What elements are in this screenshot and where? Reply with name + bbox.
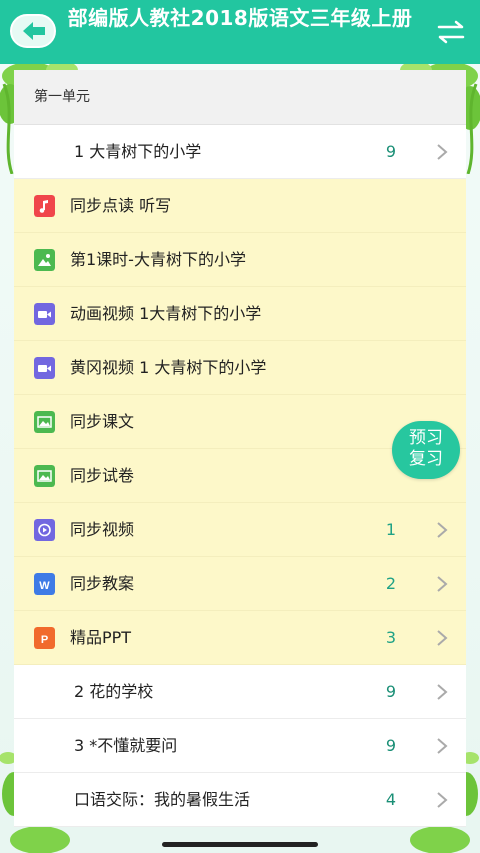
- lesson-row[interactable]: 3 *不懂就要问 9: [14, 719, 466, 773]
- resource-row[interactable]: 第1课时-大青树下的小学: [14, 233, 466, 287]
- chevron-right-icon: [437, 576, 448, 592]
- arrow-left-icon: [23, 22, 45, 40]
- video-file-icon: [34, 303, 55, 325]
- lesson-label: 口语交际：我的暑假生活: [74, 790, 251, 809]
- chevron-right-icon: [437, 144, 448, 160]
- ppt-file-icon: P: [34, 627, 55, 649]
- resource-count: 1: [385, 520, 396, 539]
- lesson-count: 9: [385, 142, 396, 161]
- resource-label: 同步视频: [70, 520, 135, 539]
- app-header: 部编版人教社2018版语文三年级上册: [0, 0, 480, 64]
- chevron-right-icon: [437, 738, 448, 754]
- resource-row[interactable]: W 同步教案 2: [14, 557, 466, 611]
- resource-label: 同步课文: [70, 412, 135, 431]
- resource-row[interactable]: 黄冈视频 1 大青树下的小学: [14, 341, 466, 395]
- resource-label: 同步试卷: [70, 466, 135, 485]
- resource-row[interactable]: 同步点读 听写: [14, 179, 466, 233]
- resource-label: 同步教案: [70, 574, 135, 593]
- float-button-line2: 复习: [409, 449, 443, 469]
- float-button-line1: 预习: [409, 428, 443, 448]
- resource-count: 3: [385, 628, 396, 647]
- lesson-row[interactable]: 1 大青树下的小学 9: [14, 125, 466, 179]
- page-title: 部编版人教社2018版语文三年级上册: [67, 6, 413, 30]
- lesson-row[interactable]: 2 花的学校 9: [14, 665, 466, 719]
- resource-row[interactable]: 同步视频 1: [14, 503, 466, 557]
- resource-label: 第1课时-大青树下的小学: [70, 250, 246, 269]
- music-file-icon: [34, 195, 55, 217]
- image-file-icon: [34, 249, 55, 271]
- switch-button[interactable]: [436, 18, 466, 46]
- resource-row[interactable]: 动画视频 1大青树下的小学: [14, 287, 466, 341]
- chevron-right-icon: [437, 684, 448, 700]
- swap-arrows-icon: [437, 20, 465, 44]
- chevron-right-icon: [437, 630, 448, 646]
- lesson-row[interactable]: 口语交际：我的暑假生活 4: [14, 773, 466, 827]
- resource-label: 精品PPT: [70, 628, 132, 647]
- svg-text:P: P: [41, 634, 48, 646]
- resource-label: 黄冈视频 1 大青树下的小学: [70, 358, 267, 377]
- image-file-icon: [34, 465, 55, 487]
- word-file-icon: W: [34, 573, 55, 595]
- chevron-right-icon: [437, 792, 448, 808]
- svg-text:W: W: [39, 580, 50, 592]
- lesson-label: 1 大青树下的小学: [74, 142, 202, 161]
- lesson-count: 9: [385, 682, 396, 701]
- lesson-label: 2 花的学校: [74, 682, 154, 701]
- resource-count: 2: [385, 574, 396, 593]
- lesson-count: 9: [385, 736, 396, 755]
- resource-label: 同步点读 听写: [70, 196, 172, 215]
- preview-review-button[interactable]: 预习 复习: [392, 421, 460, 479]
- section-header: 第一单元: [14, 70, 466, 125]
- image-file-icon: [34, 411, 55, 433]
- video-folder-icon: [34, 519, 55, 541]
- video-file-icon: [34, 357, 55, 379]
- back-button[interactable]: [10, 14, 56, 48]
- home-indicator[interactable]: [162, 842, 318, 847]
- resource-label: 动画视频 1大青树下的小学: [70, 304, 262, 323]
- chevron-right-icon: [437, 522, 448, 538]
- lesson-label: 3 *不懂就要问: [74, 736, 178, 755]
- resource-row[interactable]: P 精品PPT 3: [14, 611, 466, 665]
- lesson-count: 4: [385, 790, 396, 809]
